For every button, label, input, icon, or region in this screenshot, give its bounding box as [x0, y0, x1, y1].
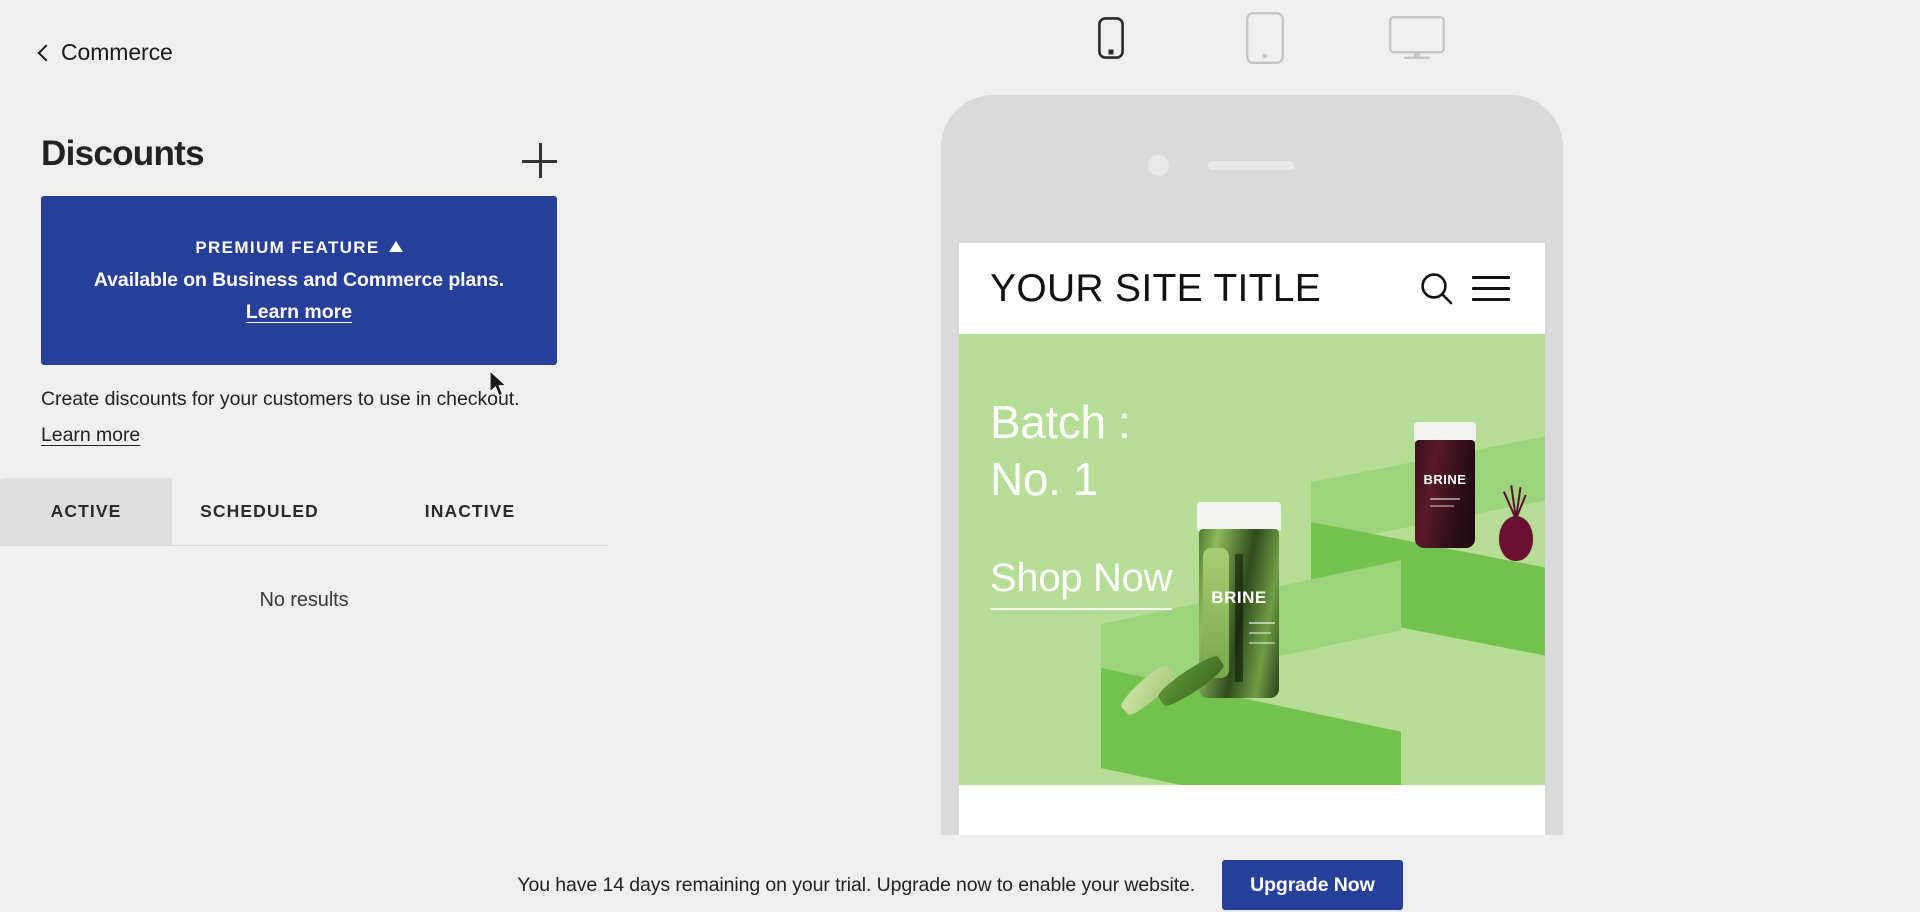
discounts-description: Create discounts for your customers to u…: [41, 388, 520, 410]
device-button-mobile[interactable]: [1075, 8, 1147, 68]
jar-brand-label: BRINE: [1423, 472, 1467, 487]
trial-message: You have 14 days remaining on your trial…: [517, 873, 1196, 896]
tab-scheduled[interactable]: SCHEDULED: [172, 478, 347, 545]
jar-lid: [1197, 502, 1281, 532]
hero-beet-garnish: [1499, 485, 1533, 561]
tab-inactive[interactable]: INACTIVE: [375, 478, 565, 545]
premium-feature-heading-label: PREMIUM FEATURE: [195, 237, 380, 257]
preview-site-title: YOUR SITE TITLE: [990, 266, 1322, 310]
preview-hero-section: BRINE BRINE Batch: No. 1 Shop Now: [959, 334, 1545, 785]
preview-site-header: YOUR SITE TITLE: [959, 243, 1545, 334]
tab-active-label: ACTIVE: [50, 501, 122, 521]
preview-menu-button[interactable]: [1468, 266, 1514, 312]
app-root: Commerce Discounts PREMIUM FEATURE Avail…: [0, 0, 1920, 912]
premium-feature-banner: PREMIUM FEATURE Available on Business an…: [41, 196, 557, 365]
breadcrumb-label: Commerce: [61, 39, 173, 65]
premium-feature-subtitle: Available on Business and Commerce plans…: [93, 268, 505, 291]
preview-content-below-hero: [959, 785, 1545, 835]
trial-status-bar: You have 14 days remaining on your trial…: [0, 858, 1920, 912]
hero-heading-line1: Batch :: [990, 396, 1131, 448]
add-discount-button[interactable]: [516, 137, 564, 185]
search-icon: [1421, 272, 1453, 304]
preview-search-button[interactable]: [1414, 266, 1460, 312]
caret-up-icon: [388, 241, 403, 252]
discounts-panel: Commerce Discounts PREMIUM FEATURE Avail…: [0, 0, 620, 858]
hamburger-menu-icon: [1472, 276, 1510, 279]
page-title: Discounts: [41, 134, 205, 173]
tabs-divider: [0, 545, 608, 546]
breadcrumb[interactable]: Commerce: [37, 39, 173, 66]
chevron-left-icon: [37, 44, 55, 62]
empty-state-message: No results: [259, 589, 349, 611]
phone-speaker-icon: [1208, 161, 1294, 170]
discounts-learn-more-link[interactable]: Learn more: [41, 424, 140, 447]
hero-heading: Batch : No. 1: [990, 394, 1131, 508]
tablet-icon: [1246, 12, 1284, 64]
phone-icon: [1098, 17, 1124, 59]
jar-lid: [1414, 422, 1476, 441]
premium-feature-heading: PREMIUM FEATURE: [195, 237, 403, 258]
tab-active[interactable]: ACTIVE: [0, 478, 172, 545]
device-button-tablet[interactable]: [1229, 8, 1301, 68]
monitor-icon: [1389, 16, 1445, 59]
jar-brand-label: BRINE: [1211, 588, 1267, 607]
phone-camera-icon: [1148, 155, 1169, 176]
site-preview-screen[interactable]: YOUR SITE TITLE BRINE BRINE Batch: No. …: [959, 243, 1545, 835]
discount-status-tabs: ACTIVE SCHEDULED INACTIVE: [0, 478, 620, 545]
hero-product-jar-beet: BRINE: [1414, 422, 1476, 548]
upgrade-now-button[interactable]: Upgrade Now: [1222, 860, 1403, 910]
device-button-desktop[interactable]: [1381, 8, 1453, 68]
tab-scheduled-label: SCHEDULED: [200, 501, 319, 521]
device-switcher: [1075, 8, 1455, 68]
hero-heading-line2: No. 1: [990, 453, 1098, 506]
hero-cta-link[interactable]: Shop Now: [990, 556, 1172, 610]
premium-learn-more-link[interactable]: Learn more: [246, 301, 352, 324]
tab-inactive-label: INACTIVE: [424, 501, 516, 521]
